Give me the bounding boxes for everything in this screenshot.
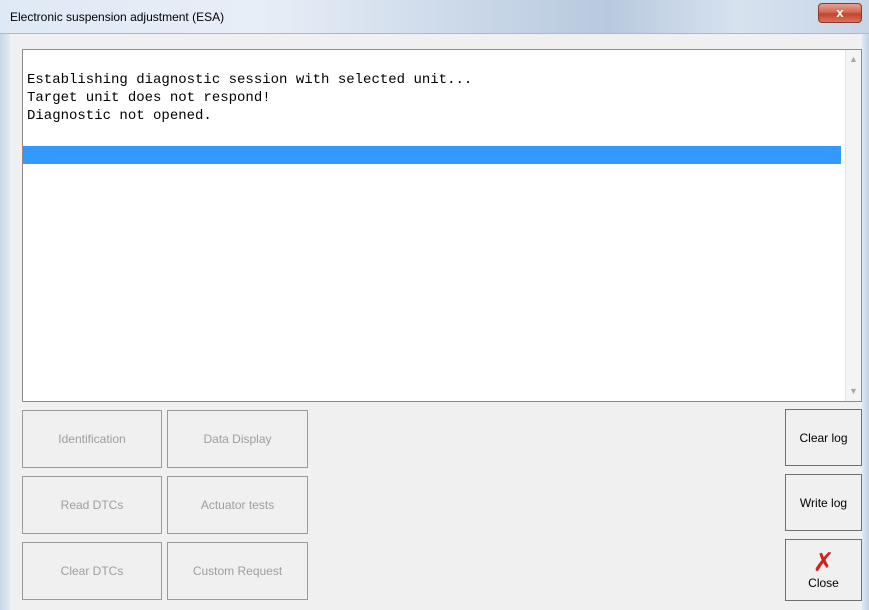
clear-log-button[interactable]: Clear log <box>785 409 862 466</box>
window-close-icon[interactable]: x <box>818 3 862 23</box>
log-line: Target unit does not respond! <box>27 90 271 106</box>
custom-request-label: Custom Request <box>192 564 283 578</box>
read-dtcs-button[interactable]: Read DTCs <box>22 476 162 534</box>
scroll-down-icon[interactable]: ▼ <box>849 386 858 396</box>
identification-label: Identification <box>58 432 126 446</box>
window-left-border <box>0 34 10 610</box>
log-line: Establishing diagnostic session with sel… <box>27 72 473 88</box>
window-right-border <box>862 34 869 610</box>
close-button[interactable]: ✗ Close <box>785 539 862 601</box>
clear-dtcs-label: Clear DTCs <box>60 564 124 578</box>
actuator-tests-button[interactable]: Actuator tests <box>167 476 308 534</box>
data-display-label: Data Display <box>203 432 272 446</box>
selected-log-row[interactable] <box>23 146 841 164</box>
title-bar[interactable]: Electronic suspension adjustment (ESA) x <box>0 0 869 34</box>
clear-log-label: Clear log <box>799 430 848 445</box>
close-label: Close <box>808 576 839 590</box>
log-output[interactable]: Establishing diagnostic session with sel… <box>22 49 862 402</box>
window-title: Electronic suspension adjustment (ESA) <box>10 10 225 24</box>
data-display-button[interactable]: Data Display <box>167 410 308 468</box>
write-log-button[interactable]: Write log <box>785 474 862 531</box>
close-icon: ✗ <box>812 547 835 577</box>
scroll-up-icon[interactable]: ▲ <box>849 54 858 64</box>
write-log-label: Write log <box>799 495 848 510</box>
read-dtcs-label: Read DTCs <box>60 498 124 512</box>
identification-button[interactable]: Identification <box>22 410 162 468</box>
custom-request-button[interactable]: Custom Request <box>167 542 308 600</box>
clear-dtcs-button[interactable]: Clear DTCs <box>22 542 162 600</box>
log-line: Diagnostic not opened. <box>27 108 212 124</box>
actuator-tests-label: Actuator tests <box>200 498 275 512</box>
log-scrollbar[interactable]: ▲ ▼ <box>845 50 861 401</box>
